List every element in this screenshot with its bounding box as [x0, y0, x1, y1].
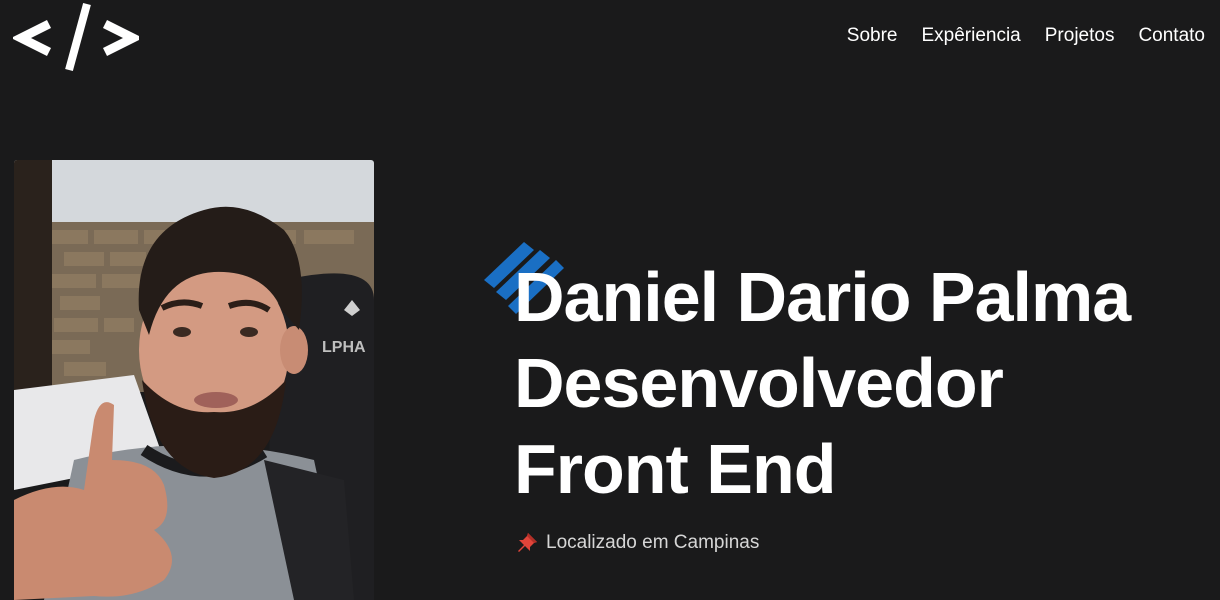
location-info: Localizado em Campinas	[516, 532, 759, 554]
title-line-specialty: Front End	[514, 430, 836, 508]
nav-link-projetos[interactable]: Projetos	[1045, 25, 1115, 47]
title-line-name: Daniel Dario Palma	[514, 258, 1131, 336]
nav-link-contato[interactable]: Contato	[1138, 25, 1205, 47]
svg-text:LPHA: LPHA	[322, 339, 366, 356]
main-nav: Sobre Expêriencia Projetos Contato	[847, 25, 1205, 47]
nav-link-sobre[interactable]: Sobre	[847, 25, 898, 47]
title-line-role: Desenvolvedor	[514, 344, 1004, 422]
code-brackets-icon[interactable]	[10, 2, 144, 72]
nav-link-experiencia[interactable]: Expêriencia	[921, 25, 1020, 47]
profile-photo: LPHA	[14, 160, 374, 600]
page-title: Daniel Dario Palma Desenvolvedor Front E…	[484, 238, 1184, 512]
page: Sobre Expêriencia Projetos Contato LPHA …	[0, 0, 1220, 600]
hero-section: Daniel Dario Palma Desenvolvedor Front E…	[484, 238, 1184, 512]
pushpin-icon	[518, 533, 537, 552]
location-text: Localizado em Campinas	[546, 532, 760, 553]
